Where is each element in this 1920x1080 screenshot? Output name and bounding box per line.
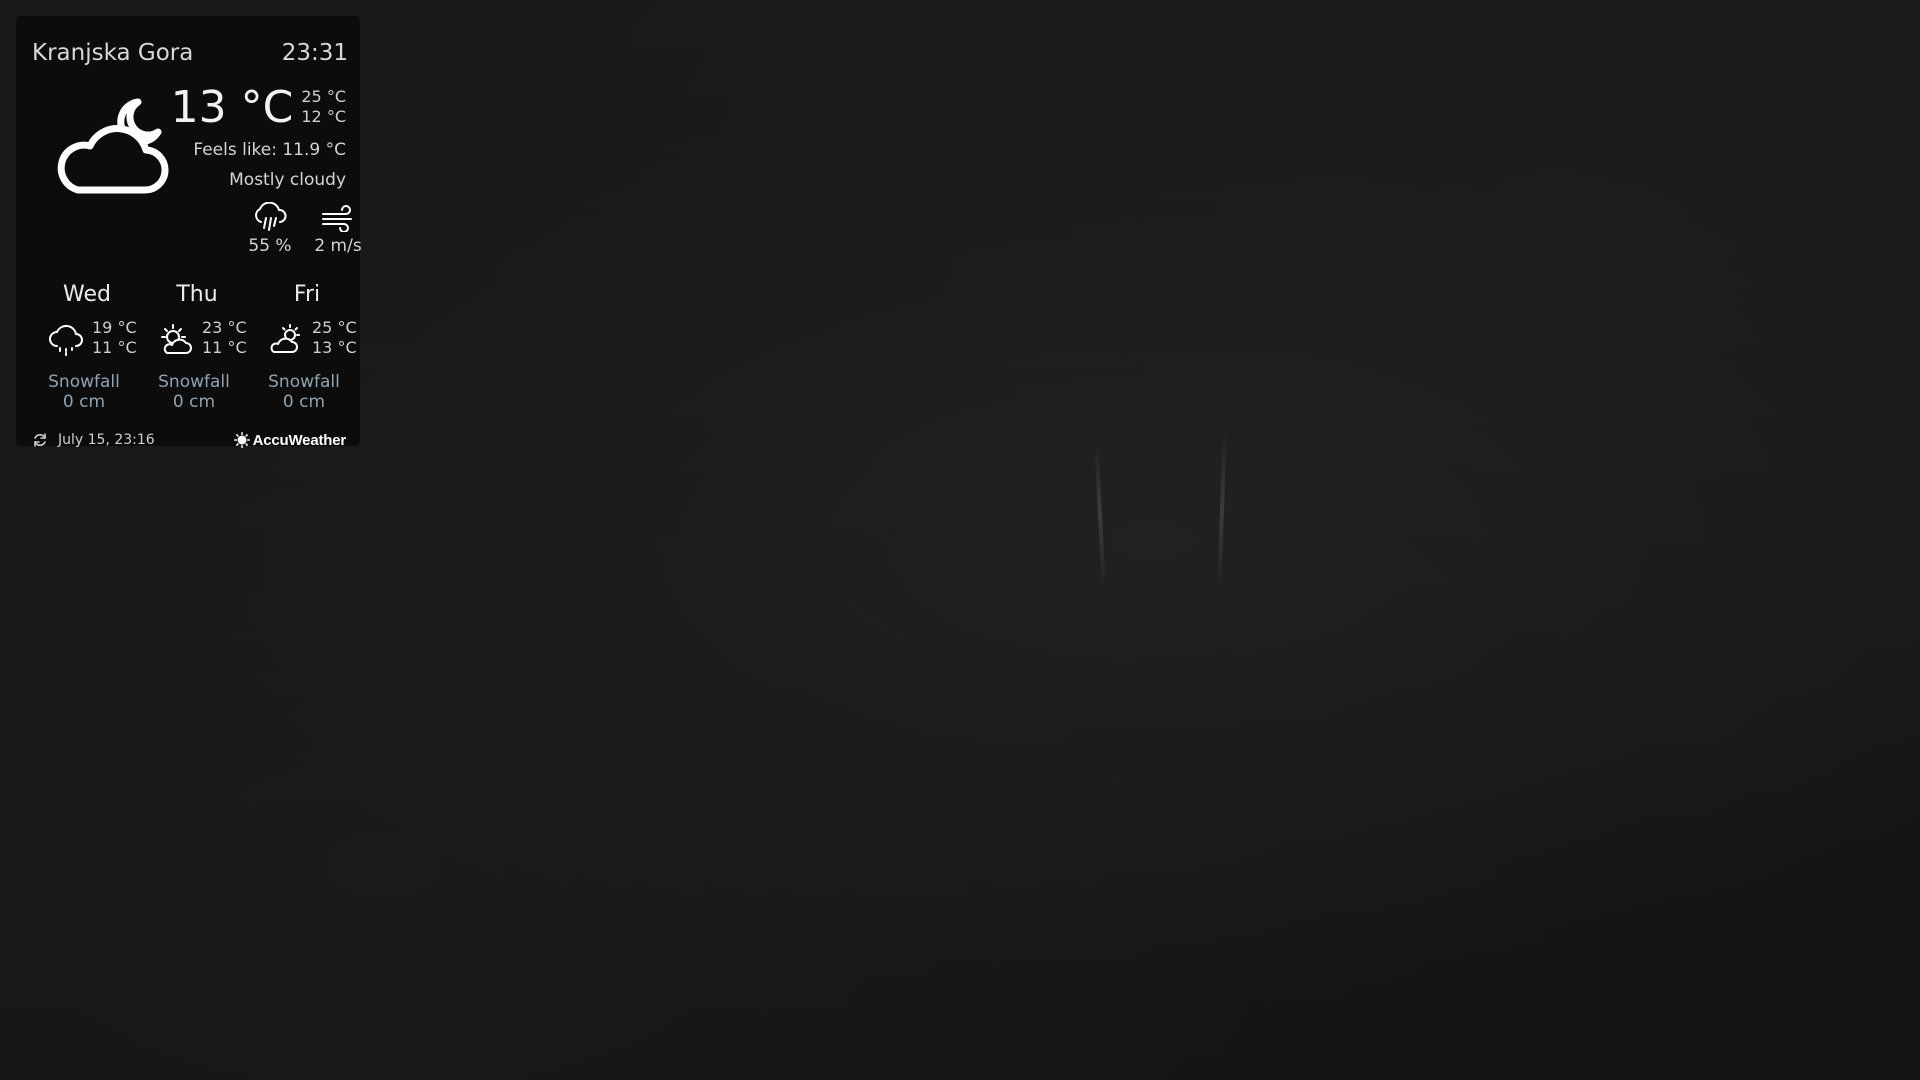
widget-footer: July 15, 23:16 AccuWeather [32, 430, 346, 450]
forecast-temps: 23 °C 11 °C [202, 318, 247, 358]
refresh-icon[interactable] [32, 432, 48, 448]
sun-logo-icon [233, 432, 250, 448]
location-name: Kranjska Gora [32, 40, 194, 66]
last-updated-text: July 15, 23:16 [58, 432, 155, 448]
forecast-day-name: Wed [63, 282, 111, 307]
forecast-snowfall: Snowfall 0 cm [138, 372, 250, 412]
forecast-low: 11 °C [92, 338, 137, 357]
accuweather-logo[interactable]: AccuWeather [233, 431, 347, 449]
forecast-snowfall: Snowfall 0 cm [28, 372, 140, 412]
feels-like: Feels like: 11.9 °C [193, 140, 346, 160]
cloud-rain-icon [49, 324, 83, 356]
background-streak [1217, 429, 1227, 591]
wind-icon [322, 205, 352, 232]
snowfall-label: Snowfall [158, 372, 230, 392]
current-temp-value: 13 °C [170, 82, 294, 133]
forecast-snowfall: Snowfall 0 cm [248, 372, 360, 412]
current-low: 12 °C [301, 107, 346, 126]
forecast-day: Fri 25 °C 13 °C Snowfall 0 cm [248, 282, 358, 422]
forecast-high: 25 °C [312, 318, 357, 337]
forecast-list: Wed 19 °C 11 °C Snowfall 0 cm Thu 23 °C … [28, 282, 358, 422]
precipitation: 55 % [244, 202, 296, 256]
forecast-day: Thu 23 °C 11 °C Snowfall 0 cm [138, 282, 248, 422]
forecast-day: Wed 19 °C 11 °C Snowfall 0 cm [28, 282, 138, 422]
widget-header: Kranjska Gora 23:31 [32, 40, 348, 66]
snowfall-value: 0 cm [282, 392, 326, 412]
current-temperature: 13 °C 25 °C 12 °C [156, 82, 346, 134]
current-high-low: 25 °C 12 °C [301, 87, 346, 127]
snowfall-value: 0 cm [62, 392, 106, 412]
forecast-low: 11 °C [202, 338, 247, 357]
umbrella-rain-icon [255, 202, 287, 231]
forecast-temps: 25 °C 13 °C [312, 318, 357, 358]
weather-condition: Mostly cloudy [229, 170, 346, 190]
snowfall-label: Snowfall [48, 372, 120, 392]
forecast-day-name: Fri [293, 282, 321, 307]
current-high: 25 °C [301, 87, 346, 106]
precipitation-value: 55 % [248, 236, 292, 256]
forecast-high: 19 °C [92, 318, 137, 337]
current-time: 23:31 [281, 40, 348, 66]
background-streak [1094, 439, 1106, 591]
forecast-low: 13 °C [312, 338, 357, 357]
sun-cloud-icon [161, 324, 192, 354]
forecast-temps: 19 °C 11 °C [92, 318, 137, 358]
forecast-high: 23 °C [202, 318, 247, 337]
last-updated[interactable]: July 15, 23:16 [32, 432, 155, 448]
snowfall-label: Snowfall [268, 372, 340, 392]
partly-cloudy-icon [270, 324, 300, 353]
brand-name: AccuWeather [252, 431, 347, 449]
wind: 2 m/s [308, 202, 368, 256]
weather-widget: Kranjska Gora 23:31 13 °C 25 °C 12 °C Fe… [16, 16, 362, 449]
snowfall-value: 0 cm [172, 392, 216, 412]
forecast-day-name: Thu [176, 282, 218, 307]
wind-value: 2 m/s [314, 236, 362, 256]
